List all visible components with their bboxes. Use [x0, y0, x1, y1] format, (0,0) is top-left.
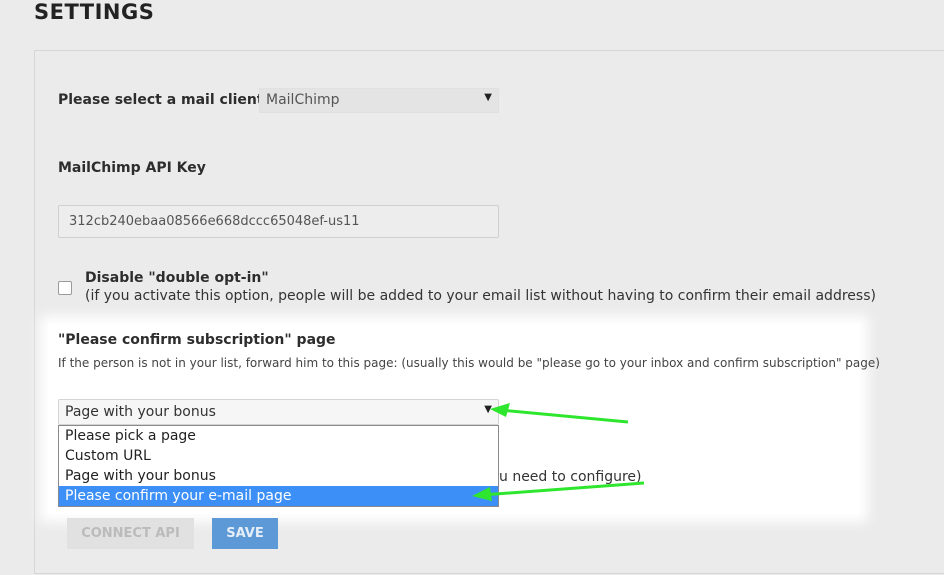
mail-client-select[interactable]: MailChimp ▼: [259, 88, 499, 113]
caret-down-icon: ▼: [484, 92, 492, 103]
confirm-page-title: "Please confirm subscription" page: [58, 332, 336, 348]
double-optin-title: Disable "double opt-in": [85, 270, 269, 286]
mail-client-selected: MailChimp: [266, 92, 340, 108]
confirm-page-select[interactable]: Page with your bonus ▼: [58, 399, 499, 425]
confirm-page-description: If the person is not in your list, forwa…: [58, 356, 880, 370]
dropdown-option-confirm-email[interactable]: Please confirm your e-mail page: [59, 486, 498, 506]
api-key-input[interactable]: 312cb240ebaa08566e668dccc65048ef-us11: [58, 205, 499, 238]
connect-api-button[interactable]: CONNECT API: [67, 518, 194, 549]
page-title: SETTINGS: [34, 0, 155, 24]
double-optin-checkbox[interactable]: [58, 281, 72, 295]
api-key-label: MailChimp API Key: [58, 160, 206, 176]
green-arrow-icon: [490, 403, 629, 424]
green-arrow-icon: [472, 481, 645, 501]
dropdown-option-bonus-page[interactable]: Page with your bonus: [59, 466, 498, 486]
dropdown-option-custom-url[interactable]: Custom URL: [59, 446, 498, 466]
confirm-page-dropdown: Please pick a page Custom URL Page with …: [58, 425, 499, 507]
save-button[interactable]: SAVE: [212, 518, 278, 549]
dropdown-option-pick-page[interactable]: Please pick a page: [59, 426, 498, 446]
confirm-page-selected: Page with your bonus: [65, 404, 216, 420]
mail-client-label: Please select a mail client: [58, 92, 264, 108]
double-optin-description: (if you activate this option, people wil…: [85, 288, 876, 304]
